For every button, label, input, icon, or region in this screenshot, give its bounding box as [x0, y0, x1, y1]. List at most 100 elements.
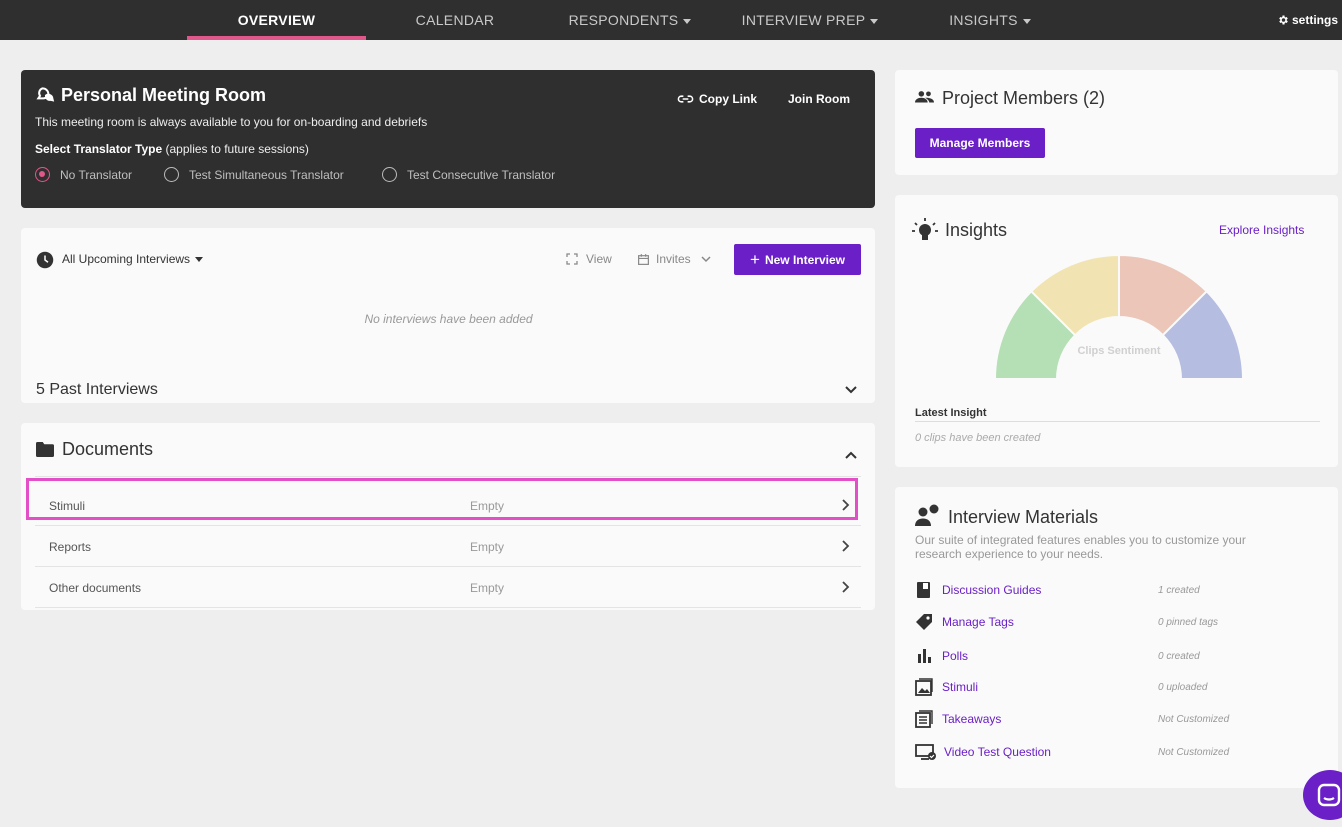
copy-link-label: Copy Link	[699, 92, 758, 106]
explore-insights-link[interactable]: Explore Insights	[1219, 223, 1304, 237]
radio-consecutive-translator[interactable]: Test Consecutive Translator	[382, 167, 555, 182]
chat-icon	[1317, 783, 1341, 807]
material-manage-tags[interactable]: Manage Tags 0 pinned tags	[915, 612, 1325, 632]
nav-tab-interview-prep[interactable]: INTERVIEW PREP	[730, 0, 890, 40]
nav-tab-insights[interactable]: INSIGHTS	[935, 0, 1045, 40]
manage-members-button[interactable]: Manage Members	[915, 128, 1045, 158]
project-members-title: Project Members (2)	[942, 88, 1106, 108]
interview-materials-title: Interview Materials	[948, 507, 1099, 527]
material-label: Stimuli	[942, 680, 979, 694]
meeting-room-title: Personal Meeting Room	[61, 85, 267, 105]
past-interviews-toggle[interactable]: 5 Past Interviews	[36, 381, 158, 399]
invites-dropdown[interactable]: Invites	[637, 252, 711, 266]
nav-tab-insights-label: INSIGHTS	[949, 12, 1018, 28]
radio-label: Test Simultaneous Translator	[189, 167, 344, 182]
chat-launcher-button[interactable]	[1303, 770, 1342, 820]
image-icon	[915, 678, 933, 696]
interview-people-icon	[915, 504, 939, 526]
material-status: 1 created	[1158, 585, 1200, 596]
latest-insight-empty: 0 clips have been created	[915, 432, 1041, 444]
caret-down-icon	[195, 257, 204, 263]
document-row-reports[interactable]: Reports Empty	[35, 526, 861, 567]
document-name: Other documents	[49, 581, 142, 595]
chevron-right-icon	[842, 581, 850, 593]
nav-tab-respondents[interactable]: RESPONDENTS	[560, 0, 700, 40]
view-button[interactable]: View	[566, 252, 612, 266]
translator-type-heading: Select Translator Type	[35, 142, 163, 156]
material-status: 0 created	[1158, 651, 1200, 662]
latest-insight-label: Latest Insight	[915, 407, 987, 419]
document-name: Reports	[49, 540, 92, 554]
radio-unchecked-icon	[382, 167, 397, 182]
material-status: 0 pinned tags	[1158, 617, 1219, 628]
material-label: Manage Tags	[942, 615, 1014, 629]
settings-link[interactable]: settings	[1277, 0, 1338, 40]
radio-no-translator[interactable]: No Translator	[35, 167, 132, 182]
insights-card: Insights Explore Insights Clips Sentimen…	[895, 195, 1338, 467]
highlight-box	[26, 478, 858, 520]
project-members-card: Project Members (2) Manage Members	[895, 70, 1338, 175]
no-interviews-message: No interviews have been added	[364, 312, 533, 326]
calendar-icon	[638, 253, 649, 265]
material-takeaways[interactable]: Takeaways Not Customized	[915, 709, 1325, 729]
folder-icon	[36, 442, 54, 457]
chevron-up-icon[interactable]	[845, 451, 857, 459]
document-status: Empty	[470, 540, 505, 554]
settings-label: settings	[1291, 13, 1338, 27]
material-label: Polls	[942, 649, 969, 663]
document-row-other-documents[interactable]: Other documents Empty	[35, 567, 861, 608]
meeting-room-card: Personal Meeting Room This meeting room …	[21, 70, 875, 208]
monitor-check-icon	[915, 744, 936, 760]
chevron-down-icon	[683, 18, 692, 24]
chevron-down-icon[interactable]	[845, 386, 857, 394]
chevron-down-icon	[701, 256, 711, 263]
chevron-right-icon	[842, 540, 850, 552]
book-icon	[917, 582, 930, 598]
material-label: Takeaways	[942, 712, 1002, 726]
gauge-label: Clips Sentiment	[1077, 345, 1161, 357]
divider	[35, 476, 861, 477]
view-label: View	[586, 252, 612, 266]
radio-label: No Translator	[60, 167, 133, 182]
radio-label: Test Consecutive Translator	[407, 167, 556, 182]
upcoming-interviews-filter[interactable]: All Upcoming Interviews	[62, 252, 204, 266]
radio-unchecked-icon	[164, 167, 179, 182]
material-polls[interactable]: Polls 0 created	[915, 646, 1325, 666]
chat-bubbles-icon	[36, 87, 55, 102]
top-navigation: OVERVIEW CALENDAR RESPONDENTS INTERVIEW …	[0, 0, 1342, 40]
material-video-test-question[interactable]: Video Test Question Not Customized	[915, 742, 1325, 762]
nav-tab-overview[interactable]: OVERVIEW	[187, 0, 366, 40]
nav-tab-calendar[interactable]: CALENDAR	[400, 0, 510, 40]
material-status: Not Customized	[1158, 714, 1230, 725]
nav-tab-respondents-label: RESPONDENTS	[568, 12, 679, 28]
join-room-button[interactable]: Join Room	[788, 92, 850, 106]
documents-title: Documents	[62, 439, 154, 459]
material-status: 0 uploaded	[1158, 682, 1208, 693]
chevron-down-icon	[870, 18, 879, 24]
clock-icon	[36, 251, 54, 269]
plus-icon: +	[750, 250, 760, 269]
translator-type-label: Select Translator Type (applies to futur…	[35, 142, 309, 156]
gear-icon	[1279, 15, 1288, 25]
nav-active-indicator	[187, 36, 366, 40]
filter-label: All Upcoming Interviews	[62, 252, 191, 266]
radio-simultaneous-translator[interactable]: Test Simultaneous Translator	[164, 167, 344, 182]
bar-chart-icon	[918, 649, 931, 663]
material-status: Not Customized	[1158, 747, 1230, 758]
material-label: Discussion Guides	[942, 583, 1042, 597]
tag-icon	[916, 614, 932, 630]
interviews-card: All Upcoming Interviews View Invites + Ne…	[21, 228, 875, 403]
document-status: Empty	[470, 581, 505, 595]
new-interview-button[interactable]: + New Interview	[734, 244, 861, 275]
invites-label: Invites	[656, 252, 691, 266]
copy-link-button[interactable]: Copy Link	[677, 92, 757, 106]
chevron-down-icon	[1022, 18, 1031, 24]
divider	[915, 421, 1320, 422]
lightbulb-icon	[912, 218, 938, 240]
link-icon	[677, 95, 694, 103]
material-discussion-guides[interactable]: Discussion Guides 1 created	[915, 580, 1325, 600]
material-stimuli[interactable]: Stimuli 0 uploaded	[915, 677, 1325, 697]
new-interview-label: New Interview	[764, 252, 845, 267]
meeting-room-description: This meeting room is always available to…	[35, 115, 428, 129]
interview-materials-card: Interview Materials Our suite of integra…	[895, 487, 1338, 788]
